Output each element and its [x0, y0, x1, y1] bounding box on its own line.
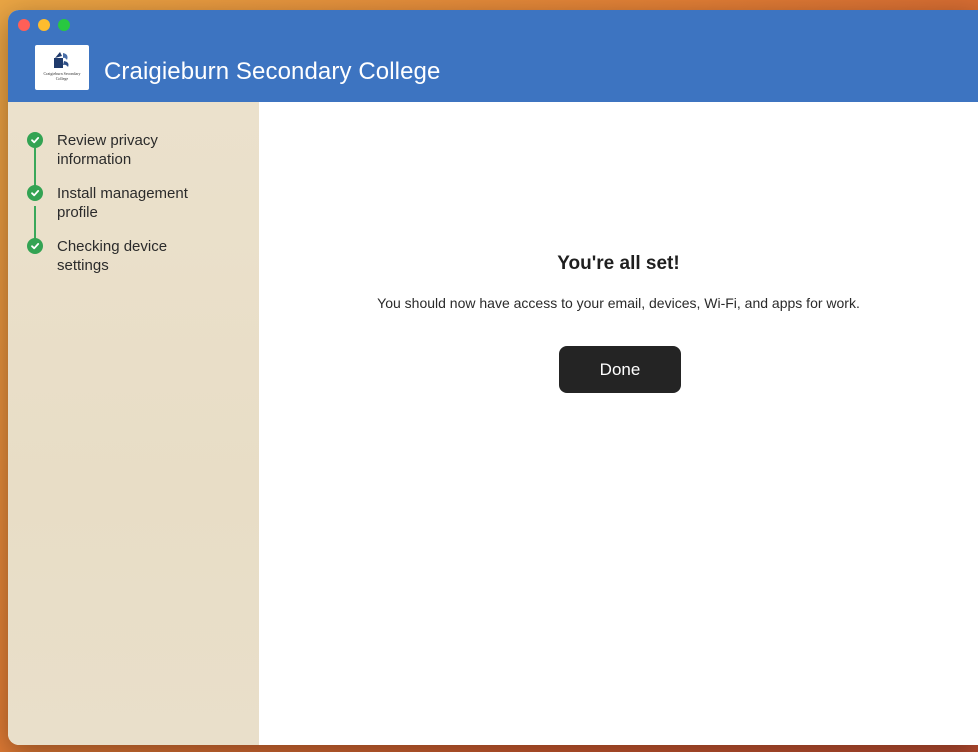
logo-text: Craigieburn Secondary College	[43, 71, 81, 81]
step-label: Review privacy information	[57, 132, 158, 168]
step-label: Install management profile	[57, 185, 188, 221]
app-title: Craigieburn Secondary College	[104, 58, 441, 85]
minimize-window-button[interactable]	[38, 19, 50, 31]
checkmark-icon	[27, 132, 43, 148]
college-logo: Craigieburn Secondary College	[35, 45, 89, 90]
step-list: Review privacy information Install manag…	[27, 131, 217, 290]
main-content: You're all set! You should now have acce…	[259, 102, 978, 745]
title-bar: Craigieburn Secondary College Craigiebur…	[8, 10, 978, 102]
app-window: Craigieburn Secondary College Craigiebur…	[8, 10, 978, 745]
done-button[interactable]: Done	[559, 346, 681, 393]
step-review-privacy: Review privacy information	[27, 131, 217, 169]
step-checking-settings: Checking device settings	[27, 237, 217, 275]
step-label: Checking device settings	[57, 238, 168, 274]
step-install-profile: Install management profile	[27, 184, 217, 222]
completion-message: You should now have access to your email…	[377, 295, 860, 311]
zoom-window-button[interactable]	[58, 19, 70, 31]
checkmark-icon	[27, 185, 43, 201]
window-controls	[18, 19, 70, 31]
checkmark-icon	[27, 238, 43, 254]
close-window-button[interactable]	[18, 19, 30, 31]
college-crest-icon	[54, 52, 69, 68]
sidebar: Review privacy information Install manag…	[8, 102, 259, 745]
completion-headline: You're all set!	[557, 253, 680, 274]
